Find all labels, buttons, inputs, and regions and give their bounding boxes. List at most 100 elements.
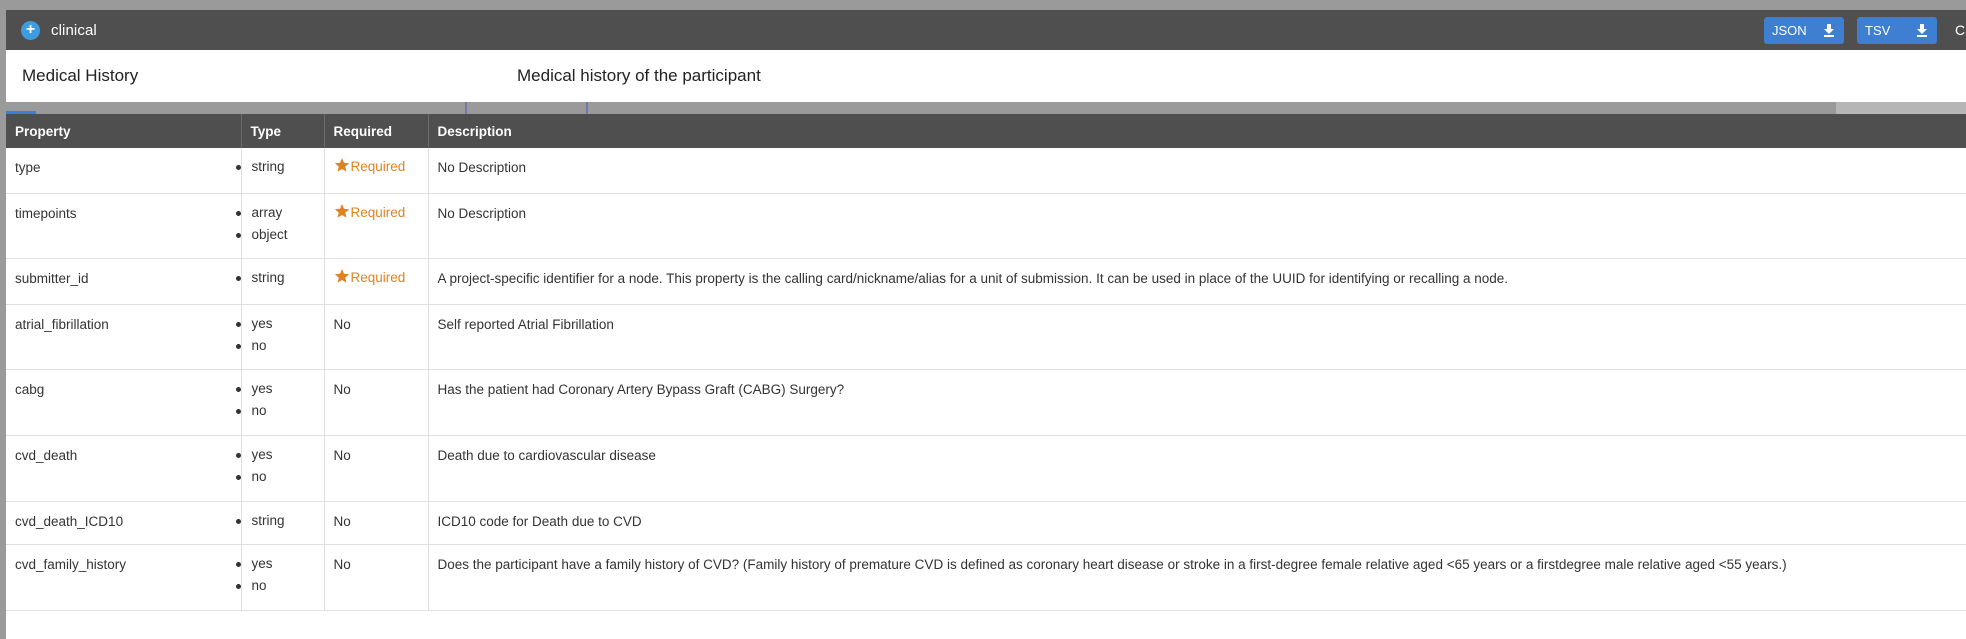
required-label: No (333, 513, 351, 529)
property-table: Property Type Required Description type s… (6, 114, 1966, 611)
property-name: cvd_family_history (6, 544, 242, 611)
property-type-cell: yes no (235, 369, 325, 436)
property-type-cell: yes no (235, 435, 325, 502)
table-row: type string Required No Description (6, 148, 1966, 194)
table-body: type string Required No Description timepoin… (6, 148, 1966, 611)
type-list: yes no (235, 553, 315, 597)
download-tsv-button[interactable]: TSV (1857, 17, 1937, 44)
type-list: string (235, 510, 315, 532)
property-type-cell: string (235, 148, 325, 194)
window-frame: + clinical JSON TSV Cl Medical History M (0, 0, 1966, 639)
property-description: ICD10 code for Death due to CVD (428, 501, 1966, 545)
type-list: yes no (235, 313, 315, 357)
type-value: array (235, 202, 315, 224)
node-title-row: Medical History Medical history of the p… (6, 50, 1966, 102)
required-label: No (333, 447, 351, 463)
download-json-label: JSON (1772, 23, 1807, 38)
type-value: no (235, 466, 315, 488)
table-row: cvd_death_ICD10 string No ICD10 code for De… (6, 501, 1966, 545)
required-label: Required (350, 204, 406, 220)
required-cell: No (324, 544, 429, 611)
property-description: Has the patient had Coronary Artery Bypa… (428, 369, 1966, 436)
tab-divider (465, 102, 467, 114)
type-value: no (235, 400, 315, 422)
node-header-bar: + clinical JSON TSV Cl (6, 10, 1966, 50)
required-cell: Required (324, 148, 429, 194)
property-description: Death due to cardiovascular disease (428, 435, 1966, 502)
property-name: timepoints (6, 193, 242, 259)
property-type-cell: string (235, 258, 325, 305)
property-description: A project-specific identifier for a node… (428, 258, 1966, 305)
property-name: cvd_death (6, 435, 242, 502)
strip-highlight (1836, 102, 1966, 114)
column-header-type[interactable]: Type (241, 114, 325, 148)
required-cell: No (324, 369, 429, 436)
node-detail-panel: + clinical JSON TSV Cl Medical History M (6, 10, 1966, 639)
column-header-property[interactable]: Property (6, 114, 242, 148)
column-header-description[interactable]: Description (428, 114, 1966, 148)
required-badge: Required (334, 268, 406, 285)
type-list: string (235, 156, 315, 178)
type-list: yes no (235, 444, 315, 488)
property-name: cabg (6, 369, 242, 436)
star-icon (334, 203, 349, 218)
property-description: Does the participant have a family histo… (428, 544, 1966, 611)
property-name: submitter_id (6, 258, 242, 305)
type-value: yes (235, 553, 315, 575)
required-label: Required (350, 269, 406, 285)
type-list: yes no (235, 378, 315, 422)
table-row: timepoints array object Required No Descript… (6, 193, 1966, 259)
required-label: No (333, 556, 351, 572)
property-type-cell: yes no (235, 304, 325, 370)
required-badge: Required (334, 203, 406, 220)
required-cell: No (324, 304, 429, 370)
required-badge: Required (334, 157, 406, 174)
plus-circle-icon: + (21, 20, 40, 40)
table-row: cvd_family_history yes no No Does the partic… (6, 544, 1966, 611)
tab-strip (6, 102, 1966, 114)
table-row: cvd_death yes no No Death due to cardiovascu… (6, 435, 1966, 502)
required-cell: Required (324, 258, 429, 305)
star-icon (334, 158, 349, 172)
download-icon (1824, 24, 1834, 37)
table-row: atrial_fibrillation yes no No Self reported … (6, 304, 1966, 370)
property-type-cell: string (235, 501, 325, 545)
property-name: type (6, 148, 242, 194)
download-tsv-label: TSV (1865, 23, 1891, 38)
property-description: Self reported Atrial Fibrillation (428, 304, 1966, 370)
truncated-header-text: Cl (1955, 22, 1966, 38)
node-description: Medical history of the participant (517, 66, 761, 85)
type-value: string (235, 267, 315, 289)
required-label: No (333, 381, 351, 397)
type-list: array object (235, 202, 315, 246)
type-value: no (235, 335, 315, 357)
star-icon (334, 268, 349, 283)
type-value: string (235, 510, 315, 532)
node-category-label: clinical (51, 21, 97, 39)
tab-divider (586, 102, 588, 114)
property-name: atrial_fibrillation (6, 304, 242, 370)
download-json-button[interactable]: JSON (1764, 17, 1844, 44)
required-cell: Required (324, 193, 429, 259)
type-value: yes (235, 313, 315, 335)
property-name: cvd_death_ICD10 (6, 501, 242, 545)
download-icon (1917, 24, 1927, 37)
property-type-cell: yes no (235, 544, 325, 611)
type-value: string (235, 156, 315, 178)
column-header-required[interactable]: Required (324, 114, 429, 148)
table-row: submitter_id string Required A project-spec… (6, 258, 1966, 305)
required-label: Required (350, 159, 406, 174)
type-value: object (235, 224, 315, 246)
property-description: No Description (428, 148, 1966, 194)
type-value: yes (235, 444, 315, 466)
required-label: No (333, 316, 351, 332)
property-type-cell: array object (235, 193, 325, 259)
property-description: No Description (428, 193, 1966, 259)
type-value: no (235, 575, 315, 597)
table-header-row: Property Type Required Description (6, 114, 1966, 148)
required-cell: No (324, 501, 429, 545)
type-value: yes (235, 378, 315, 400)
node-title: Medical History (22, 66, 139, 85)
type-list: string (235, 267, 315, 289)
table-row: cabg yes no No Has the patient had Coronary … (6, 369, 1966, 436)
